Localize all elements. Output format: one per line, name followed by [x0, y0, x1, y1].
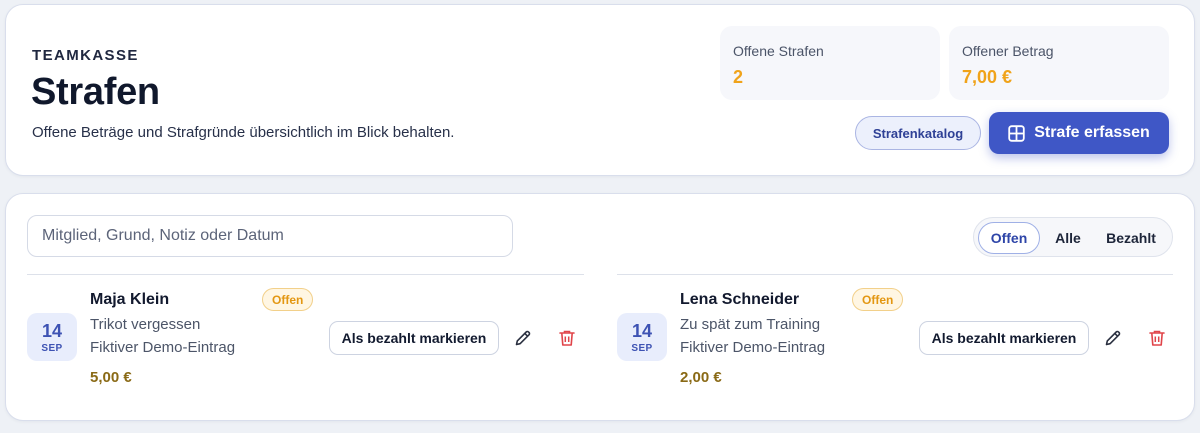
member-name: Lena Schneider — [680, 291, 800, 308]
penalty-catalog-button[interactable]: Strafenkatalog — [855, 116, 981, 150]
date-day: 14 — [41, 320, 63, 341]
page-title: Strafen — [31, 71, 160, 113]
page-subtitle: Offene Beträge und Strafgründe übersicht… — [32, 124, 455, 141]
stat-label: Offener Betrag — [962, 43, 1054, 59]
stat-open-amount: Offener Betrag 7,00 € — [949, 26, 1169, 100]
penalty-list-card: Offen Alle Bezahlt 14 SEP Maja Klein Off… — [5, 193, 1195, 421]
mark-paid-button[interactable]: Als bezahlt markieren — [919, 321, 1089, 355]
trash-icon[interactable] — [1147, 328, 1167, 348]
add-penalty-button-label: Strafe erfassen — [1034, 124, 1150, 141]
filter-all[interactable]: Alle — [1044, 222, 1092, 254]
eyebrow-label: TEAMKASSE — [32, 47, 139, 64]
member-name: Maja Klein — [90, 291, 170, 308]
penalty-reason: Trikot vergessen — [90, 316, 201, 333]
stat-value: 7,00 € — [962, 67, 1013, 87]
penalty-entry: 14 SEP Maja Klein Offen Trikot vergessen… — [27, 274, 587, 404]
penalty-amount: 2,00 € — [680, 369, 722, 386]
date-month: SEP — [41, 342, 63, 354]
header-card: TEAMKASSE Strafen Offene Beträge und Str… — [5, 4, 1195, 176]
search-input[interactable] — [27, 215, 513, 257]
stat-open-penalties: Offene Strafen 2 — [720, 26, 940, 100]
pencil-icon[interactable] — [1103, 328, 1123, 348]
filter-paid[interactable]: Bezahlt — [1094, 222, 1168, 254]
grid-plus-icon — [1008, 124, 1025, 142]
penalty-amount: 5,00 € — [90, 369, 132, 386]
date-badge: 14 SEP — [617, 313, 667, 361]
pencil-icon[interactable] — [513, 328, 533, 348]
penalty-entry: 14 SEP Lena Schneider Offen Zu spät zum … — [617, 274, 1177, 404]
stat-label: Offene Strafen — [733, 43, 824, 59]
date-badge: 14 SEP — [27, 313, 77, 361]
status-filter: Offen Alle Bezahlt — [973, 217, 1173, 257]
filter-open[interactable]: Offen — [978, 222, 1040, 254]
date-month: SEP — [631, 342, 653, 354]
penalty-reason: Zu spät zum Training — [680, 316, 821, 333]
status-badge: Offen — [852, 288, 904, 311]
add-penalty-button[interactable]: Strafe erfassen — [989, 112, 1169, 154]
status-badge: Offen — [262, 288, 314, 311]
stat-value: 2 — [733, 67, 744, 87]
penalty-note: Fiktiver Demo-Eintrag — [680, 339, 826, 356]
penalty-note: Fiktiver Demo-Eintrag — [90, 339, 236, 356]
trash-icon[interactable] — [557, 328, 577, 348]
mark-paid-button[interactable]: Als bezahlt markieren — [329, 321, 499, 355]
date-day: 14 — [631, 320, 653, 341]
